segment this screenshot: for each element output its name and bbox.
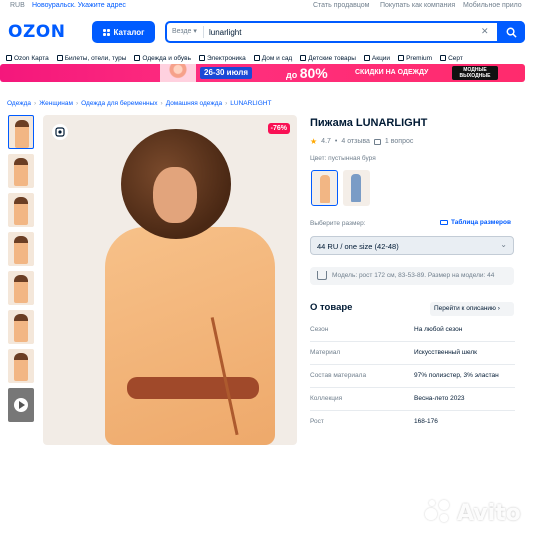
search-scope-dropdown[interactable]: Везде ▾: [172, 27, 197, 35]
thumbnail[interactable]: [8, 232, 34, 266]
search-icon: [506, 27, 517, 38]
property-row: Материал Искусственный шелк: [310, 343, 515, 365]
search-button[interactable]: [497, 21, 525, 43]
buy-as-company-link[interactable]: Покупать как компания: [380, 2, 455, 9]
breadcrumb-separator: ›: [34, 100, 37, 107]
nav-item-tickets[interactable]: Билеты, отели, туры: [56, 52, 126, 64]
percent-icon: [363, 55, 370, 61]
property-row: Состав материала 97% полиэстер, 3% эласта…: [310, 366, 515, 388]
search-input[interactable]: [209, 25, 439, 39]
color-swatch[interactable]: [343, 170, 370, 206]
thumbnail[interactable]: [8, 349, 34, 383]
rating-row: ★ 4.7 • 4 отзыва 1 вопрос: [310, 137, 413, 146]
thumbnail[interactable]: [8, 310, 34, 344]
chevron-down-icon: ⌄: [500, 240, 507, 249]
banner-percent: до 80%: [286, 65, 328, 81]
monitor-icon: [198, 55, 205, 61]
chevron-right-icon: ›: [497, 305, 500, 312]
banner-percent-value: 80%: [299, 65, 328, 81]
search-divider: [203, 26, 204, 38]
breadcrumb-separator: ›: [75, 100, 79, 107]
grid-icon: [102, 28, 110, 36]
plane-icon: [56, 55, 63, 61]
nav-item-sales[interactable]: Акции: [363, 52, 390, 64]
catalog-label: Каталог: [113, 27, 145, 37]
size-label: Выберите размер:: [310, 220, 366, 227]
property-row: Рост 168-176: [310, 418, 438, 425]
category-nav: Ozon Карта Билеты, отели, туры Одежда и …: [6, 52, 463, 64]
question-icon: [373, 138, 381, 145]
discount-badge: -76%: [267, 123, 290, 134]
nav-item-clothes[interactable]: Одежда и обувь: [134, 52, 191, 64]
nav-item-kids[interactable]: Детские товары: [300, 52, 356, 64]
search-bar: Везде ▾ ✕: [165, 21, 525, 43]
photo-pajama: [105, 227, 275, 445]
size-select-value: 44 RU / one size (42-48): [317, 242, 399, 251]
breadcrumb-item[interactable]: Одежда для беременных: [81, 100, 157, 107]
play-icon: [14, 398, 28, 412]
banner-model-image: [160, 64, 196, 82]
breadcrumb-item[interactable]: Женщинам: [39, 100, 73, 107]
ozon-logo[interactable]: OZON: [8, 22, 65, 42]
breadcrumb-item[interactable]: LUNARLIGHT: [230, 100, 271, 107]
star-icon: ★: [310, 137, 318, 146]
thumbnail[interactable]: [8, 271, 34, 305]
size-select[interactable]: 44 RU / one size (42-48) ⌄: [310, 236, 514, 255]
questions-link[interactable]: 1 вопрос: [385, 138, 413, 145]
breadcrumb-item[interactable]: Одежда: [7, 100, 31, 107]
video-thumbnail[interactable]: [8, 388, 34, 422]
nav-item-premium[interactable]: Premium: [398, 52, 432, 64]
thumbnail[interactable]: [8, 193, 34, 227]
main-product-photo[interactable]: -76%: [43, 115, 297, 445]
reviews-link[interactable]: 4 отзыва: [341, 138, 370, 145]
product-title: Пижама LUNARLIGHT: [310, 117, 428, 129]
color-swatch-selected[interactable]: [311, 170, 338, 206]
banner-prefix: до: [286, 70, 298, 80]
rating-value: 4.7: [321, 138, 331, 145]
image-search-icon[interactable]: [52, 124, 68, 140]
nav-item-electronics[interactable]: Электроника: [198, 52, 246, 64]
avito-watermark: Avito: [425, 500, 521, 526]
about-title: О товаре: [310, 302, 353, 313]
nav-item-home[interactable]: Дом и сад: [253, 52, 292, 64]
toy-icon: [300, 55, 307, 61]
sofa-icon: [253, 55, 260, 61]
ruler-icon: [440, 220, 448, 225]
top-strip: RUB Новоуральск. Укажите адрес Стать про…: [0, 0, 535, 13]
breadcrumb-separator: ›: [225, 100, 228, 107]
thumbnail[interactable]: [8, 154, 34, 188]
card-icon: [6, 55, 12, 61]
become-seller-link[interactable]: Стать продавцом: [313, 2, 369, 9]
banner-text: СКИДКИ НА ОДЕЖДУ: [355, 69, 429, 76]
photo-face: [153, 167, 197, 223]
gift-icon: [440, 55, 447, 61]
breadcrumb: Одежда › Женщинам › Одежда для беременных ›…: [7, 100, 271, 107]
model-info-text: Модель: рост 172 см, 83-53-89. Размер на…: [332, 272, 495, 279]
property-row: Сезон На любой сезон: [310, 320, 515, 342]
breadcrumb-separator: ›: [160, 100, 163, 107]
color-label: Цвет: пустынная буря: [310, 155, 376, 162]
location-link[interactable]: Новоуральск. Укажите адрес: [32, 2, 126, 9]
currency-selector[interactable]: RUB: [10, 2, 25, 9]
goto-description-button[interactable]: Перейти к описанию ›: [430, 302, 514, 316]
breadcrumb-item[interactable]: Домашняя одежда: [166, 100, 222, 107]
premium-icon: [398, 55, 405, 61]
nav-item-certificates[interactable]: Серт: [440, 52, 463, 64]
thumbnail[interactable]: [8, 115, 34, 149]
property-row: Коллекция Весна-лето 2023: [310, 389, 515, 411]
avito-logo-icon: [425, 500, 453, 526]
model-info: Модель: рост 172 см, 83-53-89. Размер на…: [310, 267, 514, 285]
nav-item-ozon-card[interactable]: Ozon Карта: [6, 52, 49, 64]
rating-separator: •: [334, 138, 338, 145]
avito-wordmark: Avito: [457, 500, 521, 526]
banner-tag: МОДНЫЕ ВЫХОДНЫЕ: [452, 66, 498, 80]
promo-banner[interactable]: 26-30 июля до 80% СКИДКИ НА ОДЕЖДУ МОДНЫ…: [0, 64, 525, 82]
clear-icon[interactable]: ✕: [481, 26, 489, 37]
shirt-icon: [134, 55, 141, 61]
banner-dates: 26-30 июля: [200, 67, 252, 79]
mobile-app-link[interactable]: Мобильное прило: [463, 2, 522, 9]
hanger-icon: [317, 271, 327, 280]
catalog-button[interactable]: Каталог: [92, 21, 155, 43]
size-table-link[interactable]: Таблица размеров: [440, 219, 511, 226]
